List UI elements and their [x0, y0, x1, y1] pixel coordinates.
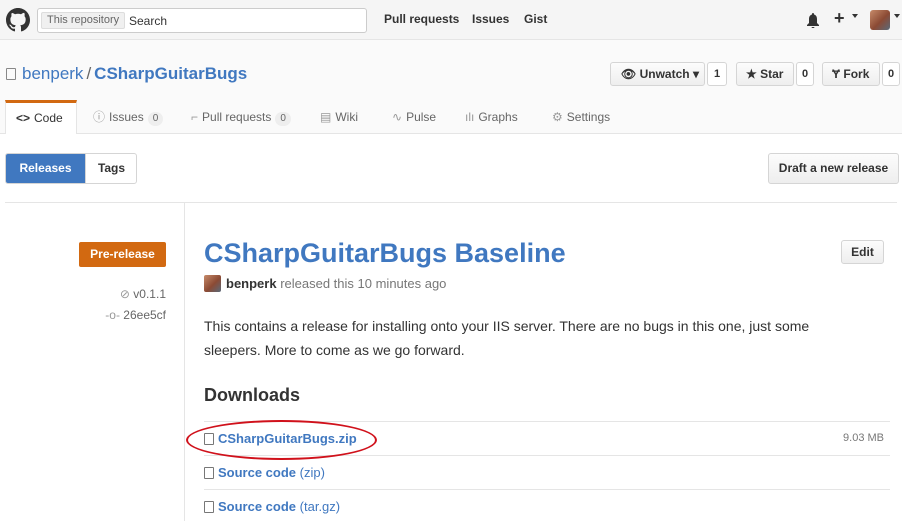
repo-title: benperk / CSharpGuitarBugs	[22, 64, 247, 84]
tab-settings-label: Settings	[566, 110, 611, 124]
pulse-icon: ∿	[392, 110, 403, 124]
download-link[interactable]: Source code (zip)	[204, 465, 325, 480]
tab-pulse-label: Pulse	[406, 110, 437, 124]
search-scope-label: This repository	[41, 12, 126, 29]
tab-issues-label: Issues	[109, 110, 144, 124]
file-zip-icon	[204, 467, 214, 479]
search-placeholder: Search	[129, 14, 168, 28]
pre-release-badge: Pre-release	[79, 242, 166, 267]
nav-gist[interactable]: Gist	[524, 12, 547, 26]
github-logo-icon[interactable]	[6, 8, 30, 32]
releases-tab[interactable]: Releases	[6, 154, 85, 183]
download-name: Source code	[218, 499, 297, 514]
gear-icon: ⚙	[552, 110, 563, 124]
divider	[5, 202, 897, 203]
tags-tab[interactable]: Tags	[85, 154, 136, 183]
user-caret-icon[interactable]	[894, 14, 900, 18]
tab-pulse[interactable]: ∿ Pulse	[392, 100, 436, 134]
release-title[interactable]: CSharpGuitarBugs Baseline	[204, 238, 566, 269]
release-commit-link[interactable]: 26ee5cf	[123, 308, 166, 322]
create-caret-icon[interactable]	[852, 14, 858, 18]
user-avatar[interactable]	[870, 10, 890, 30]
pull-requests-counter: 0	[275, 112, 291, 126]
tag-icon: ⊘	[119, 287, 130, 301]
star-button[interactable]: ★ Star	[736, 62, 794, 86]
download-link[interactable]: Source code (tar.gz)	[204, 499, 340, 514]
tab-graphs-label: Graphs	[478, 110, 518, 124]
bell-icon[interactable]	[806, 12, 820, 28]
download-ext: (zip)	[299, 465, 325, 480]
file-zip-icon	[204, 501, 214, 513]
repo-icon	[6, 68, 16, 80]
tab-code[interactable]: <> Code	[5, 100, 77, 134]
tab-wiki[interactable]: ▤ Wiki	[320, 100, 358, 134]
unwatch-button[interactable]: 👁 Unwatch ▾	[610, 62, 705, 86]
nav-issues[interactable]: Issues	[472, 12, 509, 26]
code-icon: <>	[16, 111, 31, 125]
released-time-text: released this 10 minutes ago	[280, 276, 447, 291]
tab-issues[interactable]: ⓘ Issues 0	[93, 100, 164, 134]
graph-icon: ılı	[465, 110, 475, 124]
download-name: Source code	[218, 465, 297, 480]
nav-pull-requests[interactable]: Pull requests	[384, 12, 459, 26]
stars-count[interactable]: 0	[796, 62, 814, 86]
eye-icon: 👁	[621, 67, 637, 81]
release-description: This contains a release for installing o…	[204, 318, 810, 358]
fork-icon: Ɏ	[832, 67, 841, 81]
releases-tags-switch: Releases Tags	[5, 153, 137, 184]
repo-separator: /	[86, 64, 92, 83]
edit-button[interactable]: Edit	[841, 240, 884, 264]
watchers-count[interactable]: 1	[707, 62, 727, 86]
fork-button[interactable]: Ɏ Fork	[822, 62, 880, 86]
download-ext: (tar.gz)	[299, 499, 341, 514]
downloads-heading: Downloads	[204, 385, 301, 405]
book-icon: ▤	[320, 110, 332, 124]
release-meta-divider	[184, 203, 185, 521]
tab-pull-requests[interactable]: ⌐ Pull requests 0	[191, 100, 291, 134]
repo-owner-link[interactable]: benperk	[22, 64, 83, 83]
download-item: Source code (tar.gz)	[204, 489, 890, 521]
tab-pull-requests-label: Pull requests	[202, 110, 272, 124]
download-item: Source code (zip)	[204, 455, 890, 489]
release-tag-link[interactable]: v0.1.1	[133, 287, 166, 301]
chevron-down-icon: ▾	[692, 67, 699, 81]
tab-code-label: Code	[34, 111, 63, 125]
download-size: 9.03 MB	[843, 432, 884, 444]
forks-count[interactable]: 0	[882, 62, 900, 86]
search-input[interactable]: This repository Search	[37, 8, 367, 33]
git-commit-icon: -o-	[105, 308, 120, 322]
draft-new-release-button[interactable]: Draft a new release	[768, 153, 899, 184]
release-tag[interactable]: ⊘ v0.1.1	[120, 287, 166, 301]
issue-opened-icon: ⓘ	[93, 110, 106, 124]
tab-wiki-label: Wiki	[335, 110, 359, 124]
highlight-annotation	[186, 420, 377, 460]
star-label: Star	[760, 67, 784, 81]
repo-name-link[interactable]: CSharpGuitarBugs	[94, 64, 247, 83]
git-pull-request-icon: ⌐	[191, 110, 199, 124]
star-icon: ★	[746, 67, 757, 81]
create-new-icon[interactable]: +	[834, 8, 845, 29]
issues-counter: 0	[147, 112, 164, 126]
author-link[interactable]: benperk	[226, 276, 277, 291]
repo-header: benperk / CSharpGuitarBugs 👁 Unwatch ▾ 1 ★…	[0, 40, 902, 134]
tab-graphs[interactable]: ılı Graphs	[465, 100, 518, 134]
top-header: This repository Search Pull requests Iss…	[0, 0, 902, 40]
release-byline: benperk released this 10 minutes ago	[204, 275, 446, 292]
author-avatar[interactable]	[204, 275, 221, 292]
tab-settings[interactable]: ⚙ Settings	[552, 100, 610, 134]
release-commit[interactable]: -o- 26ee5cf	[105, 308, 166, 322]
fork-label: Fork	[843, 67, 870, 81]
unwatch-label: Unwatch	[639, 67, 690, 81]
